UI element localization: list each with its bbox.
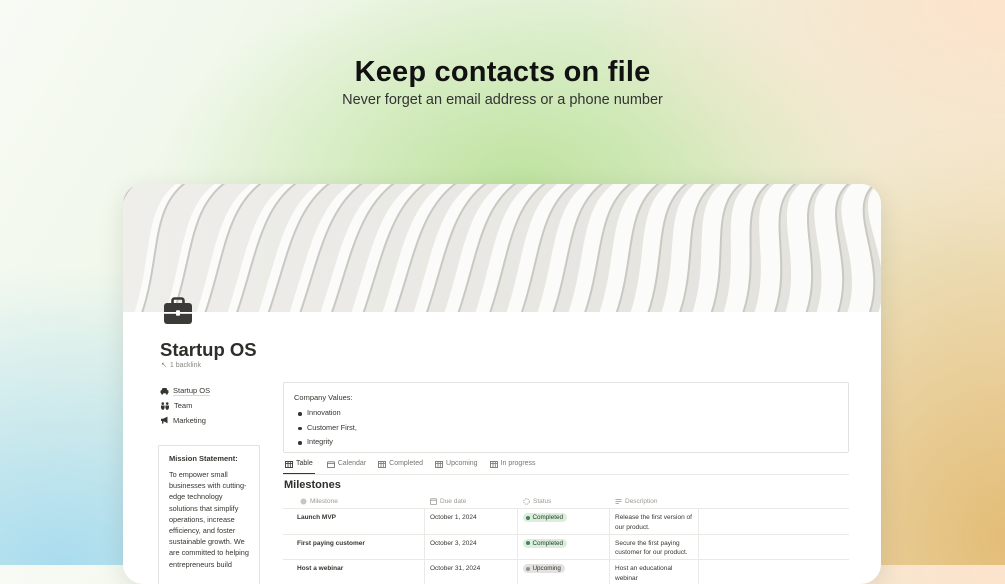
milestones-title[interactable]: Milestones xyxy=(284,479,341,491)
tab-label: Completed xyxy=(389,460,424,467)
list-item: Customer First, xyxy=(298,421,838,436)
view-tabs: Table Calendar Completed Upcoming In pro… xyxy=(283,460,849,475)
status-dot-icon xyxy=(526,566,530,571)
table-header-row: Milestone Due date Status Description xyxy=(283,494,849,509)
status-cell[interactable]: Completed xyxy=(518,509,610,534)
app-window: Startup OS ↖1 backlink Startup OS Team xyxy=(123,184,881,584)
status-label: Completed xyxy=(532,514,563,521)
status-badge: Upcoming xyxy=(523,564,565,573)
tab-label: Upcoming xyxy=(446,460,478,467)
empty-cell xyxy=(699,509,849,534)
nav-item-label: Marketing xyxy=(173,415,206,425)
backlink-arrow-icon: ↖ xyxy=(161,362,167,369)
mission-statement-title: Mission Statement: xyxy=(169,454,238,463)
mission-statement-callout: Mission Statement: To empower small busi… xyxy=(158,445,260,584)
nav-item-label: Team xyxy=(174,401,193,411)
table-icon xyxy=(489,460,498,468)
tab-table[interactable]: Table xyxy=(283,460,315,474)
table-icon xyxy=(378,460,387,468)
due-date-cell[interactable]: October 31, 2024 xyxy=(425,560,518,584)
megaphone-icon xyxy=(161,416,168,424)
calendar-icon xyxy=(430,497,437,505)
column-header-milestone[interactable]: Milestone xyxy=(283,498,425,505)
page-links: Startup OS Team Marketing xyxy=(160,384,211,428)
status-cell[interactable]: Completed xyxy=(518,534,610,559)
text-property-icon xyxy=(615,498,622,504)
column-header-label: Due date xyxy=(440,497,467,505)
backlinks-label: 1 backlink xyxy=(169,362,202,369)
status-label: Completed xyxy=(532,539,563,547)
column-header-label: Description xyxy=(625,497,658,505)
status-cell[interactable]: Upcoming xyxy=(518,560,610,584)
company-values-title: Company Values: xyxy=(294,393,353,402)
empty-cell xyxy=(699,535,849,560)
status-badge: Completed xyxy=(523,513,567,522)
briefcase-icon[interactable] xyxy=(163,297,193,325)
tab-upcoming[interactable]: Upcoming xyxy=(433,460,478,474)
empty-cell xyxy=(699,560,849,584)
tab-completed[interactable]: Completed xyxy=(376,460,423,474)
nav-item-marketing[interactable]: Marketing xyxy=(160,413,210,428)
column-header-status[interactable]: Status xyxy=(518,498,610,505)
status-badge: Completed xyxy=(523,538,567,548)
mission-statement-text: To empower small businesses with cutting… xyxy=(169,470,249,569)
list-item: Integrity xyxy=(298,435,838,450)
nav-item-startup-os[interactable]: Startup OS xyxy=(160,384,211,399)
status-dot-icon xyxy=(526,541,530,545)
column-header-label: Milestone xyxy=(310,497,338,505)
backlinks-link[interactable]: ↖ 1 backlink xyxy=(161,361,201,369)
title-property-icon xyxy=(300,498,307,504)
nav-item-team[interactable]: Team xyxy=(160,399,210,414)
people-icon xyxy=(161,402,169,410)
due-date-cell[interactable]: October 1, 2024 xyxy=(425,509,518,534)
milestone-name[interactable]: Host a webinar xyxy=(283,560,425,584)
table-icon xyxy=(435,460,443,468)
hero-title: Keep contacts on file xyxy=(354,56,651,88)
table-row[interactable]: Launch MVP October 1, 2024 Completed Rel… xyxy=(283,509,849,535)
status-label: Upcoming xyxy=(532,565,561,572)
list-item: Innovation xyxy=(298,406,838,421)
hero-subtitle: Never forget an email address or a phone… xyxy=(342,92,663,108)
status-icon xyxy=(523,497,530,505)
milestones-table: Milestone Due date Status Description La… xyxy=(283,494,849,584)
description-cell[interactable]: Release the first version of our product… xyxy=(610,509,699,534)
column-header-due-date[interactable]: Due date xyxy=(425,498,518,505)
page-title: Startup OS xyxy=(160,339,257,360)
status-dot-icon xyxy=(526,515,530,520)
tab-in-progress[interactable]: In progress xyxy=(488,460,536,474)
table-row[interactable]: First paying customer October 3, 2024 Co… xyxy=(283,534,849,560)
due-date-cell[interactable]: October 3, 2024 xyxy=(425,534,518,559)
company-values-callout: Company Values: Innovation Customer Firs… xyxy=(283,382,849,453)
column-header-label: Status xyxy=(533,497,552,505)
description-cell[interactable]: Host an educational webinar xyxy=(610,560,699,584)
calendar-icon xyxy=(326,460,335,468)
tab-label: Table xyxy=(296,460,313,467)
nav-item-label: Startup OS xyxy=(173,386,211,397)
company-values-list: Innovation Customer First, Integrity xyxy=(294,406,838,450)
table-row[interactable]: Host a webinar October 31, 2024 Upcoming… xyxy=(283,560,849,584)
milestone-name[interactable]: Launch MVP xyxy=(283,509,425,534)
table-icon xyxy=(285,460,293,468)
tab-calendar[interactable]: Calendar xyxy=(325,460,366,474)
column-header-description[interactable]: Description xyxy=(610,498,699,505)
tab-label: In progress xyxy=(500,460,536,467)
car-icon xyxy=(160,388,169,395)
milestone-name[interactable]: First paying customer xyxy=(283,534,425,559)
description-cell[interactable]: Secure the first paying customer for our… xyxy=(610,534,699,559)
tab-label: Calendar xyxy=(337,460,367,467)
cover-image xyxy=(123,184,881,312)
